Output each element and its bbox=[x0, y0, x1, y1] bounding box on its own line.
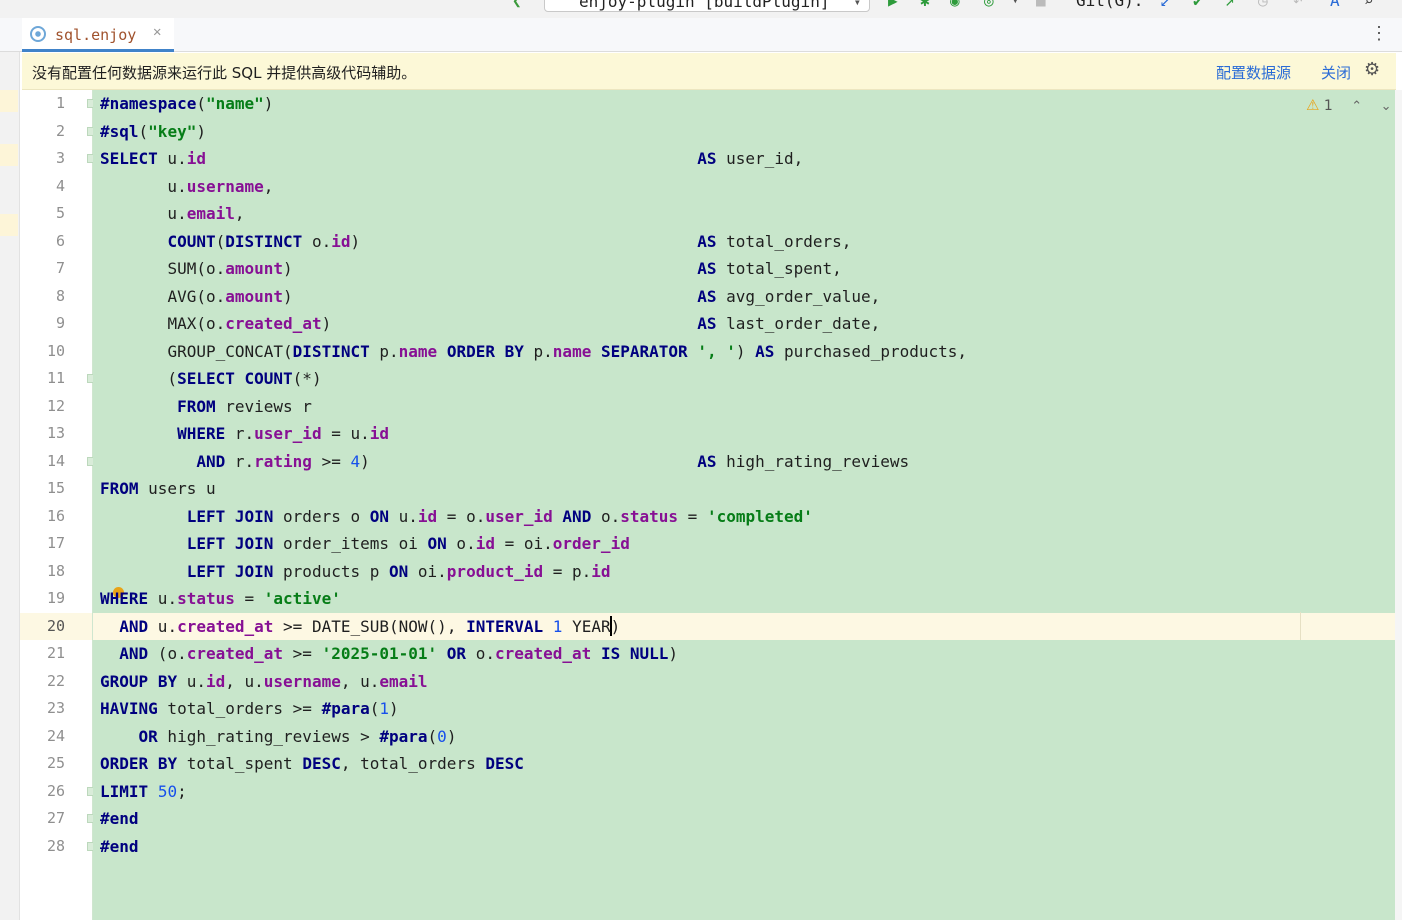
code-line[interactable]: MAX(o.created_at) AS last_order_date, bbox=[100, 310, 880, 338]
code-line[interactable]: SELECT u.id AS user_id, bbox=[100, 145, 803, 173]
warning-count: 1 bbox=[1323, 98, 1333, 114]
line-number: 2 bbox=[55, 121, 65, 140]
chevron-down-icon: ▾ bbox=[853, 0, 861, 9]
change-marker bbox=[0, 90, 18, 112]
line-number: 23 bbox=[46, 699, 65, 717]
code-editor[interactable]: ⚠ 1 ⌃ ⌄ #namespace("name") #sql("key") SEL… bbox=[93, 90, 1395, 920]
change-marker bbox=[0, 214, 18, 236]
run-configuration-selector[interactable]: enjoy-plugin [buildPlugin] ▾ bbox=[544, 0, 870, 12]
run-with-coverage-icon[interactable]: ◉ bbox=[950, 0, 960, 10]
history-icon[interactable]: ◷ bbox=[1258, 0, 1268, 10]
tab-label: sql.enjoy bbox=[55, 26, 137, 44]
git-label: Git(G): bbox=[1076, 0, 1144, 10]
datasource-notification-banner: 没有配置任何数据源来运行此 SQL 并提供高级代码辅助。 配置数据源 关闭 ⚙ bbox=[22, 53, 1396, 90]
line-number: 13 bbox=[46, 424, 65, 442]
profile-icon[interactable]: ◎ bbox=[984, 0, 994, 10]
close-tab-icon[interactable]: ✕ bbox=[153, 24, 161, 40]
run-icon[interactable]: ▶ bbox=[888, 0, 898, 10]
more-run-options-icon[interactable]: ▾ bbox=[1012, 0, 1019, 10]
line-number: 3 bbox=[55, 149, 65, 167]
git-update-icon[interactable]: ↙ bbox=[1160, 0, 1170, 10]
line-number: 16 bbox=[46, 506, 65, 525]
enjoy-file-icon bbox=[30, 26, 46, 42]
configure-datasource-link[interactable]: 配置数据源 bbox=[1216, 62, 1291, 83]
inspection-widget[interactable]: ⚠ 1 ⌃ ⌄ bbox=[1306, 96, 1392, 114]
code-line[interactable]: OR high_rating_reviews > #para(0) bbox=[100, 723, 457, 751]
code-line[interactable]: u.email, bbox=[100, 200, 244, 228]
code-line[interactable]: FROM reviews r bbox=[100, 393, 312, 421]
code-line[interactable]: LEFT JOIN products p ON oi.product_id = … bbox=[100, 558, 611, 586]
line-number: 20 bbox=[46, 616, 65, 635]
line-number: 6 bbox=[55, 231, 65, 250]
code-line[interactable]: #end bbox=[100, 833, 139, 861]
change-marker bbox=[0, 144, 18, 166]
line-number: 12 bbox=[46, 396, 65, 415]
code-line[interactable]: #sql("key") bbox=[100, 118, 206, 146]
warning-icon: ⚠ bbox=[1306, 96, 1320, 114]
code-line[interactable]: LEFT JOIN orders o ON u.id = o.user_id A… bbox=[100, 503, 813, 531]
code-line[interactable]: SUM(o.amount) AS total_spent, bbox=[100, 255, 841, 283]
main-toolbar: ❮ enjoy-plugin [buildPlugin] ▾ ▶ ✱ ◉ ◎ ▾… bbox=[0, 0, 1402, 18]
line-number: 24 bbox=[46, 726, 65, 745]
line-number: 18 bbox=[46, 561, 65, 580]
editor-tab-bar: sql.enjoy ✕ ⋮ bbox=[0, 18, 1402, 52]
git-push-icon[interactable]: ↗ bbox=[1225, 0, 1235, 10]
line-number: 25 bbox=[46, 754, 65, 772]
previous-highlight-icon[interactable]: ⌃ bbox=[1351, 99, 1362, 114]
code-line[interactable]: (SELECT COUNT(*) bbox=[100, 365, 321, 393]
translate-icon[interactable]: A bbox=[1330, 0, 1340, 10]
git-commit-icon[interactable]: ✔ bbox=[1193, 0, 1203, 10]
code-line[interactable]: AND u.created_at >= DATE_SUB(NOW(), INTE… bbox=[100, 613, 620, 641]
line-number: 7 bbox=[55, 259, 65, 277]
line-number: 17 bbox=[46, 534, 65, 552]
line-number: 4 bbox=[55, 176, 65, 195]
line-number: 22 bbox=[46, 671, 65, 690]
code-line[interactable]: GROUP BY u.id, u.username, u.email bbox=[100, 668, 428, 696]
line-number: 21 bbox=[46, 644, 65, 662]
code-line[interactable]: AVG(o.amount) AS avg_order_value, bbox=[100, 283, 880, 311]
line-number: 11 bbox=[46, 369, 65, 387]
code-line[interactable]: LEFT JOIN order_items oi ON o.id = oi.or… bbox=[100, 530, 630, 558]
back-arrow-icon[interactable]: ❮ bbox=[512, 0, 522, 10]
code-line[interactable]: #end bbox=[100, 805, 139, 833]
tab-sql-enjoy[interactable]: sql.enjoy ✕ bbox=[22, 18, 174, 52]
banner-message: 没有配置任何数据源来运行此 SQL 并提供高级代码辅助。 bbox=[32, 64, 417, 82]
rollback-icon[interactable]: ↶ bbox=[1293, 0, 1303, 10]
code-line[interactable]: HAVING total_orders >= #para(1) bbox=[100, 695, 399, 723]
code-line[interactable]: ORDER BY total_spent DESC, total_orders … bbox=[100, 750, 524, 778]
line-number: 10 bbox=[46, 341, 65, 360]
run-configuration-label: enjoy-plugin [buildPlugin] bbox=[579, 0, 830, 11]
line-number: 15 bbox=[46, 479, 65, 497]
line-number: 5 bbox=[55, 204, 65, 222]
code-line[interactable]: AND (o.created_at >= '2025-01-01' OR o.c… bbox=[100, 640, 678, 668]
line-number: 1 bbox=[55, 94, 65, 112]
debug-icon[interactable]: ✱ bbox=[920, 0, 930, 10]
code-line[interactable]: FROM users u bbox=[100, 475, 216, 503]
line-number-gutter[interactable]: 1 2 3 4 5 6 7 8 9 10 11 12 13 14 15 16 17 18 19 20 21 22 23 24 2… bbox=[20, 90, 96, 920]
line-number: 28 bbox=[46, 836, 65, 855]
line-number: 26 bbox=[46, 781, 65, 800]
code-line[interactable]: COUNT(DISTINCT o.id) AS total_orders, bbox=[100, 228, 851, 256]
left-tool-strip bbox=[0, 52, 20, 920]
code-line[interactable]: WHERE u.status = 'active' bbox=[100, 585, 341, 613]
line-number: 19 bbox=[46, 589, 65, 607]
search-icon[interactable]: ⌕ bbox=[1364, 0, 1374, 10]
stop-icon[interactable]: ■ bbox=[1036, 0, 1046, 10]
line-number: 14 bbox=[46, 451, 65, 470]
code-line[interactable]: GROUP_CONCAT(DISTINCT p.name ORDER BY p.… bbox=[100, 338, 967, 366]
code-line[interactable]: AND r.rating >= 4) AS high_rating_review… bbox=[100, 448, 909, 476]
line-number: 27 bbox=[46, 809, 65, 827]
line-number: 9 bbox=[55, 314, 65, 332]
right-margin-guide bbox=[1300, 612, 1301, 640]
code-line[interactable]: #namespace("name") bbox=[100, 90, 273, 118]
gear-icon[interactable]: ⚙ bbox=[1364, 59, 1380, 80]
code-line[interactable]: LIMIT 50; bbox=[100, 778, 187, 806]
line-number: 8 bbox=[55, 286, 65, 305]
code-line[interactable]: WHERE r.user_id = u.id bbox=[100, 420, 389, 448]
more-options-icon[interactable]: ⋮ bbox=[1370, 24, 1388, 44]
next-highlight-icon[interactable]: ⌄ bbox=[1381, 99, 1392, 114]
vertical-scrollbar[interactable] bbox=[1395, 90, 1402, 920]
close-banner-link[interactable]: 关闭 bbox=[1321, 62, 1351, 83]
code-line[interactable]: u.username, bbox=[100, 173, 273, 201]
